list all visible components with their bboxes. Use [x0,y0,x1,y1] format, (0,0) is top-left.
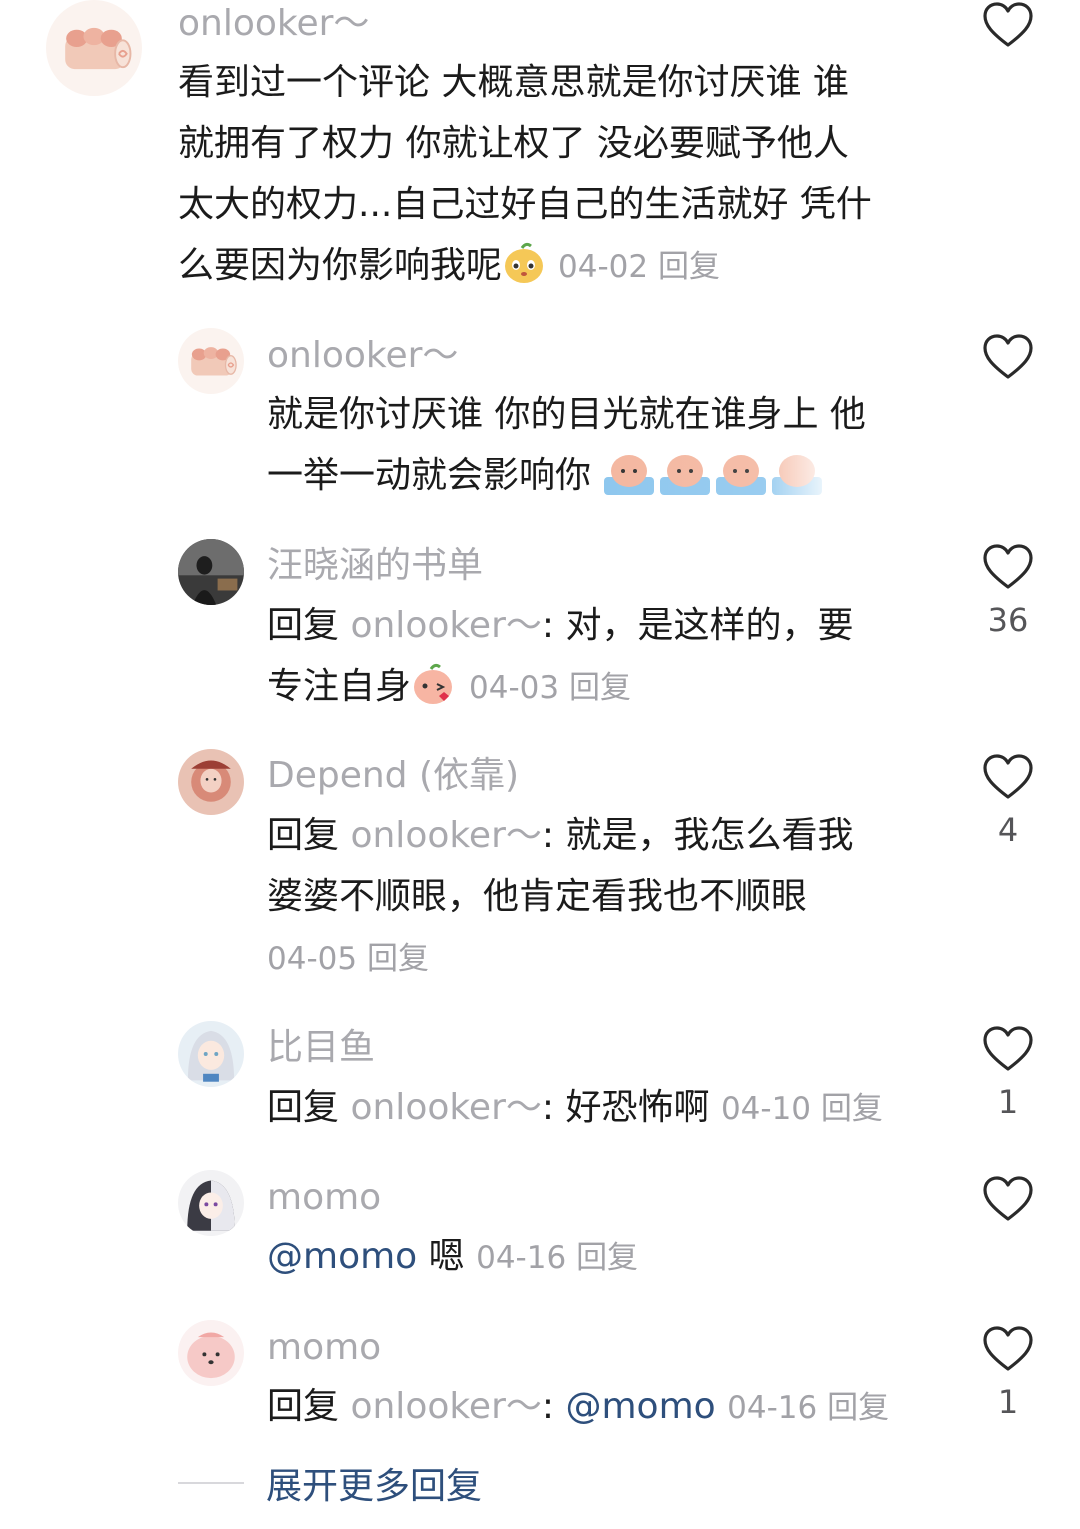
comment-username[interactable]: 汪晓涵的书单 [267,544,483,588]
comment-text-line: 就是你讨厌谁 你的目光就在谁身上 他 [267,394,866,435]
like-button[interactable] [963,2,1053,48]
expand-more-label[interactable]: 展开更多回复 [266,1457,482,1509]
reply-prefix: 回复 [267,605,340,646]
avatar[interactable] [178,1021,244,1087]
comment-text-body: 就是，我怎么看我 [565,815,854,856]
heart-outline-icon [983,1176,1033,1222]
heart-outline-icon [983,1326,1033,1372]
comment-username[interactable]: 比目鱼 [267,1026,375,1070]
heart-outline-icon [983,1026,1033,1072]
girl-photo-avatar-icon [178,749,244,815]
avatar[interactable] [178,749,244,815]
avatar[interactable] [178,539,244,605]
comment-text-line: 就拥有了权力 你就让权了 没必要赋予他人 [178,123,849,164]
like-count: 1 [997,1083,1019,1121]
heart-outline-icon [983,334,1033,380]
comment-date: 04-03 [469,670,560,706]
comment-username[interactable]: momo [267,1176,381,1220]
comment-text-line: 回复 onlooker～: 就是，我怎么看我 [267,805,947,866]
colon: : [541,1087,555,1128]
comment-text-tail: 么要因为你影响我呢 [178,245,503,286]
comment-text-line: @momo 嗯 04-16 回复 [267,1226,947,1289]
anime-dark-avatar-icon [178,1170,244,1236]
reply-prefix: 回复 [267,815,340,856]
mentioned-username[interactable]: onlooker～ [350,1386,541,1427]
reply-link[interactable]: 回复 [367,941,429,977]
avatar[interactable] [178,1170,244,1236]
comment-text-tail: 一举一动就会影响你 [267,455,592,496]
comment-text-tail: 专注自身 [267,666,412,707]
like-button[interactable]: 1 [963,1026,1053,1120]
heart-outline-icon [983,754,1033,800]
comment-text-body: 好恐怖啊 [565,1087,710,1128]
comment-text: 看到过一个评论 大概意思就是你讨厌谁 谁 就拥有了权力 你就让权了 没必要赋予他… [178,52,938,298]
dark-photo-avatar-icon [178,539,244,605]
at-mention-link[interactable]: @momo [565,1386,715,1427]
reply-link[interactable]: 回复 [576,1240,638,1276]
comment-text-line: 回复 onlooker～: @momo 04-16 回复 [267,1376,947,1439]
comment-text-line: 专注自身 04-03 回复 [267,656,947,719]
comment-username[interactable]: onlooker～ [178,2,369,46]
comment-text: 回复 onlooker～: 对，是这样的，要 专注自身 04-03 回复 [267,595,947,719]
comment-text-body: 嗯 [428,1236,465,1277]
avatar[interactable] [178,328,244,394]
comment-date: 04-05 [267,941,358,977]
reply-prefix: 回复 [267,1087,340,1128]
comment-text-line: 么要因为你影响我呢 04-02 回复 [178,235,938,298]
roll-cake-avatar-icon [46,0,142,96]
comment-text-line: 看到过一个评论 大概意思就是你讨厌谁 谁 [178,62,849,103]
expand-more-replies[interactable]: 展开更多回复 [178,1458,482,1508]
mentioned-username[interactable]: onlooker～ [350,815,541,856]
mentioned-username[interactable]: onlooker～ [350,1087,541,1128]
heart-outline-icon [983,544,1033,590]
peach-face-emoji-icon [502,241,546,285]
reply-link[interactable]: 回复 [569,670,631,706]
colon: : [541,1386,555,1427]
like-button[interactable]: 1 [963,1326,1053,1420]
like-count: 1 [997,1383,1019,1421]
comment-text-line: 回复 onlooker～: 好恐怖啊 04-10 回复 [267,1077,947,1140]
comment-text-line: 太大的权力...自己过好自己的生活就好 凭什 [178,184,872,225]
reply-link[interactable]: 回复 [827,1390,889,1426]
anime-girl-avatar-icon [178,1021,244,1087]
heart-outline-icon [983,2,1033,48]
comment-text: 回复 onlooker～: @momo 04-16 回复 [267,1376,947,1439]
avatar[interactable] [46,0,142,96]
comment-text-line: 婆婆不顺眼，他肯定看我也不顺眼 [267,876,808,917]
like-button[interactable] [963,334,1053,380]
reply-link[interactable]: 回复 [658,249,720,285]
comment-date: 04-02 [558,249,649,285]
comment-text: 回复 onlooker～: 就是，我怎么看我 婆婆不顺眼，他肯定看我也不顺眼 0… [267,805,947,990]
comment-text-line: 回复 onlooker～: 对，是这样的，要 [267,595,947,656]
comment-text-body: 对，是这样的，要 [565,605,854,646]
comment-text-line: 一举一动就会影响你 [267,445,947,506]
peach-bath-sticker-icon [602,445,835,497]
colon: : [541,605,555,646]
mentioned-username[interactable]: onlooker～ [350,605,541,646]
comment-text: 回复 onlooker～: 好恐怖啊 04-10 回复 [267,1077,947,1140]
colon: : [541,815,555,856]
comment-date: 04-16 [476,1240,567,1276]
comment-date: 04-16 [727,1390,818,1426]
pink-blob-avatar-icon [178,1320,244,1386]
comment-username[interactable]: onlooker～ [267,334,458,378]
avatar[interactable] [178,1320,244,1386]
comment-username[interactable]: Depend (依靠) [267,754,519,798]
comment-text: @momo 嗯 04-16 回复 [267,1226,947,1289]
comment-text: 就是你讨厌谁 你的目光就在谁身上 他 一举一动就会影响你 [267,384,947,506]
comment-username[interactable]: momo [267,1326,381,1370]
reply-link[interactable]: 回复 [821,1091,883,1127]
at-mention-link[interactable]: @momo [267,1236,417,1277]
like-button[interactable]: 4 [963,754,1053,848]
comment-date: 04-10 [720,1091,812,1127]
like-count: 4 [997,811,1019,849]
roll-cake-avatar-icon [178,328,244,394]
comment-meta-line: 04-05 回复 [267,927,947,990]
like-button[interactable] [963,1176,1053,1222]
like-count: 36 [987,601,1029,639]
reply-prefix: 回复 [267,1386,340,1427]
like-button[interactable]: 36 [963,544,1053,638]
divider [178,1482,244,1484]
peach-kiss-emoji-icon [411,662,455,706]
